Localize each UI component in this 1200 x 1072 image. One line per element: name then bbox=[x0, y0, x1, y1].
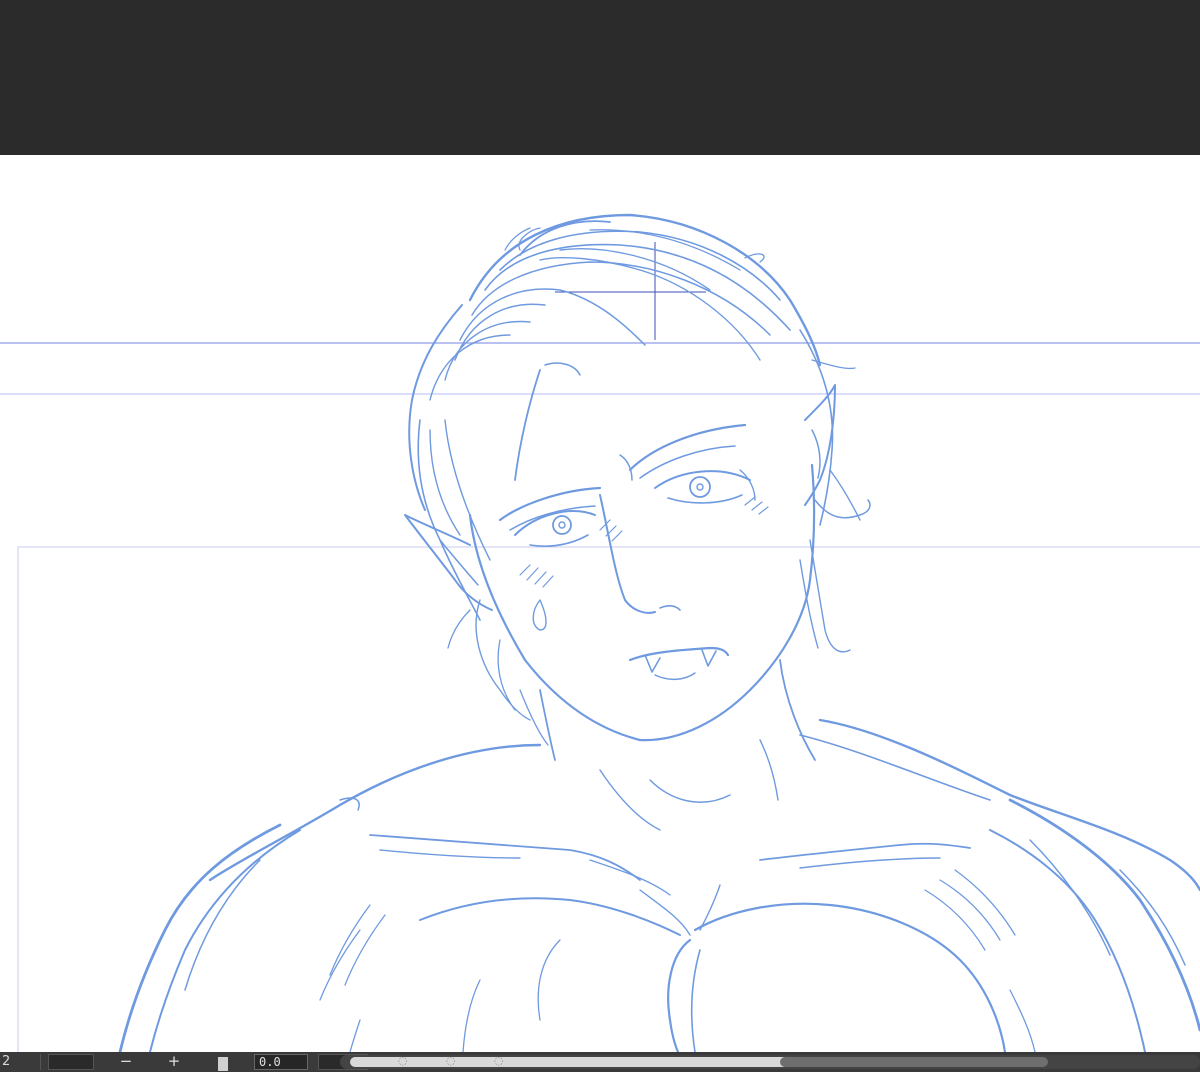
rotate-left-icon[interactable]: ◌ bbox=[398, 1055, 410, 1067]
zoom-slider-handle[interactable] bbox=[218, 1057, 228, 1071]
status-bar: 2 − + 0.0 ◌ ◌ ◌ bbox=[0, 1052, 1200, 1072]
zoom-out-icon: − bbox=[119, 1052, 133, 1070]
horizontal-scrollbar-secondary[interactable] bbox=[780, 1057, 1048, 1067]
canvas-artwork bbox=[0, 213, 1200, 1052]
zoom-level-label: 2 bbox=[2, 1054, 11, 1069]
zoom-out-button[interactable]: − bbox=[116, 1052, 136, 1072]
rotate-right-icon[interactable]: ◌ bbox=[494, 1055, 506, 1067]
rotation-angle-field[interactable]: 0.0 bbox=[254, 1054, 308, 1070]
drawing-app-window: 2 − + 0.0 ◌ ◌ ◌ bbox=[0, 0, 1200, 1072]
top-toolbar-area bbox=[0, 0, 1200, 155]
rotate-reset-icon[interactable]: ◌ bbox=[446, 1055, 458, 1067]
zoom-in-icon: + bbox=[167, 1052, 181, 1070]
drawing-canvas[interactable] bbox=[0, 155, 1200, 1052]
character-sketch bbox=[118, 213, 1200, 1052]
status-separator bbox=[40, 1054, 41, 1070]
zoom-in-button[interactable]: + bbox=[164, 1052, 184, 1072]
navigator-thumbnail[interactable] bbox=[48, 1054, 94, 1070]
